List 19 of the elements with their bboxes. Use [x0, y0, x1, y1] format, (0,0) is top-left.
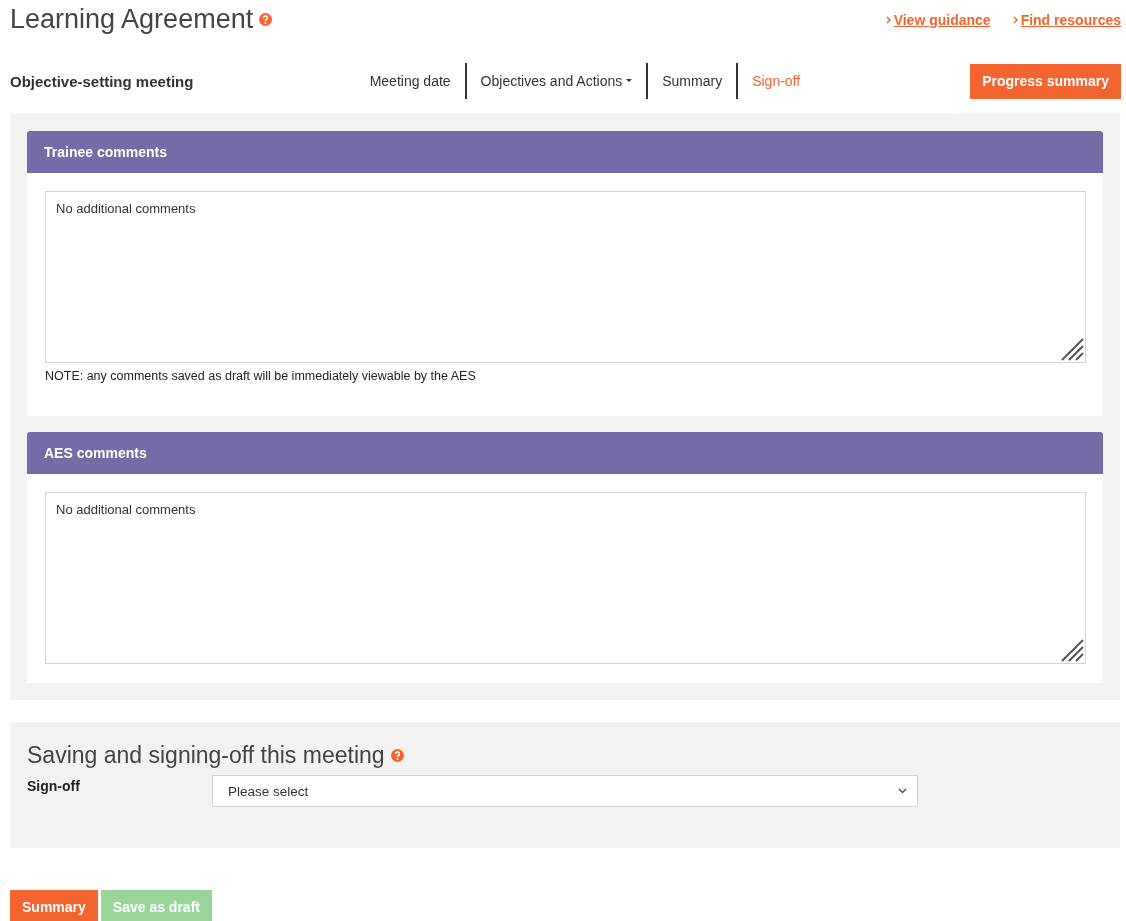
comments-field[interactable]: No additional comments	[45, 191, 1086, 363]
chevron-down-icon	[898, 788, 907, 794]
sign-off-select[interactable]: Please select	[212, 775, 918, 807]
nav-tab[interactable]: Meeting date	[355, 63, 465, 99]
note-text: NOTE: any comments saved as draft will be immediately viewable by the AES	[45, 369, 477, 383]
card-header: AES comments	[27, 432, 1103, 474]
section-heading: Objective-setting meeting	[10, 72, 195, 90]
nav-tab[interactable]: Summary	[646, 63, 737, 99]
field-label: Sign-off	[27, 777, 81, 794]
chevron-right-icon	[885, 16, 891, 24]
help-icon[interactable]	[390, 749, 404, 762]
page-title: Learning Agreement	[10, 4, 254, 35]
caret-icon	[626, 79, 633, 83]
card-header: Trainee comments	[27, 131, 1103, 173]
chevron-right-icon	[1012, 16, 1018, 24]
nav-tab[interactable]: Objectives and Actions	[464, 63, 647, 99]
section-title: Saving and signing-off this meeting	[27, 742, 385, 769]
comments-field[interactable]: No additional comments	[45, 492, 1086, 664]
help-icon[interactable]	[259, 13, 273, 26]
